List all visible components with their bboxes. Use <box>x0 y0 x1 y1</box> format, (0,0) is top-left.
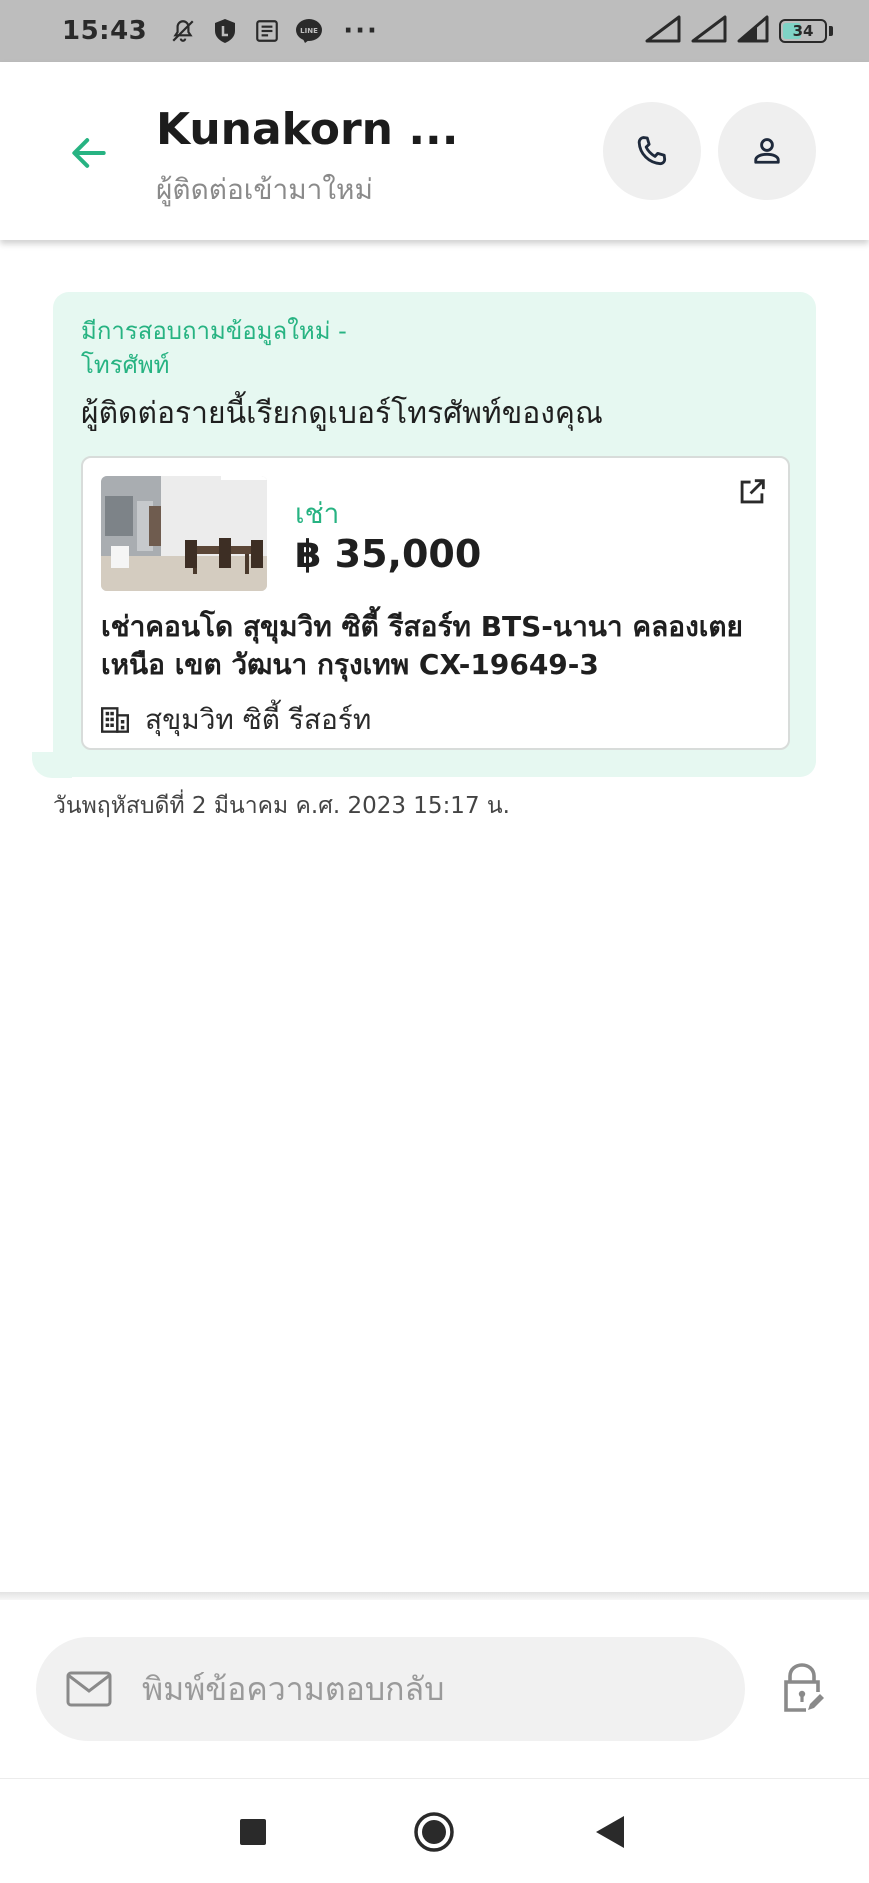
status-bar: 15:43 LINE ··· 34 <box>0 0 869 62</box>
inquiry-message-bubble: มีการสอบถามข้อมูลใหม่ - โทรศัพท์ ผู้ติดต… <box>53 292 816 777</box>
open-external-icon[interactable] <box>732 472 772 512</box>
square-icon <box>240 1819 266 1845</box>
more-notifications: ··· <box>343 16 379 46</box>
compose-bar: พิมพ์ข้อความตอบกลับ <box>0 1600 869 1778</box>
muted-bell-icon <box>169 17 197 45</box>
arrow-left-icon <box>72 138 106 168</box>
nav-back-button[interactable] <box>584 1805 638 1859</box>
building-icon <box>101 707 129 733</box>
contact-profile-button[interactable] <box>718 102 816 200</box>
status-time: 15:43 <box>62 16 148 46</box>
listing-project: สุขุมวิท ซิตี้ รีสอร์ท <box>101 698 371 742</box>
listing-thumbnail <box>101 476 267 591</box>
chat-header: Kunakorn ... ผู้ติดต่อเข้ามาใหม่ <box>0 62 869 240</box>
lock-edit-icon <box>784 1663 824 1712</box>
signal-icon <box>691 15 727 47</box>
message-timestamp: วันพฤหัสบดีที่ 2 มีนาคม ค.ศ. 2023 15:17 … <box>53 793 510 819</box>
listing-card[interactable]: เช่า ฿ 35,000 เช่าคอนโด สุขุมวิท ซิตี้ ร… <box>81 456 790 750</box>
message-text: ผู้ติดต่อรายนี้เรียกดูเบอร์โทรศัพท์ของคุ… <box>81 396 603 431</box>
phone-icon <box>637 136 667 166</box>
wifi-signal-icon <box>737 15 769 47</box>
recent-apps-button[interactable] <box>226 1805 280 1859</box>
system-nav-bar <box>0 1778 869 1883</box>
mail-icon <box>66 1671 112 1707</box>
listing-project-name: สุขุมวิท ซิตี้ รีสอร์ท <box>145 703 372 736</box>
reply-input[interactable]: พิมพ์ข้อความตอบกลับ <box>36 1637 745 1741</box>
message-title: มีการสอบถามข้อมูลใหม่ - โทรศัพท์ <box>81 317 347 379</box>
battery-level: 34 <box>792 22 814 40</box>
news-icon <box>253 17 281 45</box>
listing-title: เช่าคอนโด สุขุมวิท ซิตี้ รีสอร์ท BTS-นาน… <box>101 610 743 681</box>
locked-template-button[interactable] <box>774 1660 830 1716</box>
back-button[interactable] <box>60 124 118 182</box>
home-button[interactable] <box>407 1805 461 1859</box>
listing-type: เช่า <box>295 497 340 530</box>
triangle-left-icon <box>596 1816 624 1848</box>
notification-icons: LINE ··· <box>169 16 379 46</box>
circle-icon <box>414 1812 454 1852</box>
line-app-icon: LINE <box>295 17 323 45</box>
reply-placeholder: พิมพ์ข้อความตอบกลับ <box>142 1669 445 1708</box>
divider <box>0 1592 869 1600</box>
battery-icon: 34 <box>779 19 827 43</box>
svg-text:LINE: LINE <box>300 27 318 35</box>
contact-name: Kunakorn ... <box>156 104 459 155</box>
listing-price: ฿ 35,000 <box>295 532 482 576</box>
system-icons: 34 <box>645 15 833 47</box>
contact-status: ผู้ติดต่อเข้ามาใหม่ <box>156 173 373 206</box>
shield-l-icon <box>211 17 239 45</box>
person-icon <box>754 138 780 164</box>
signal-icon <box>645 15 681 47</box>
call-button[interactable] <box>603 102 701 200</box>
